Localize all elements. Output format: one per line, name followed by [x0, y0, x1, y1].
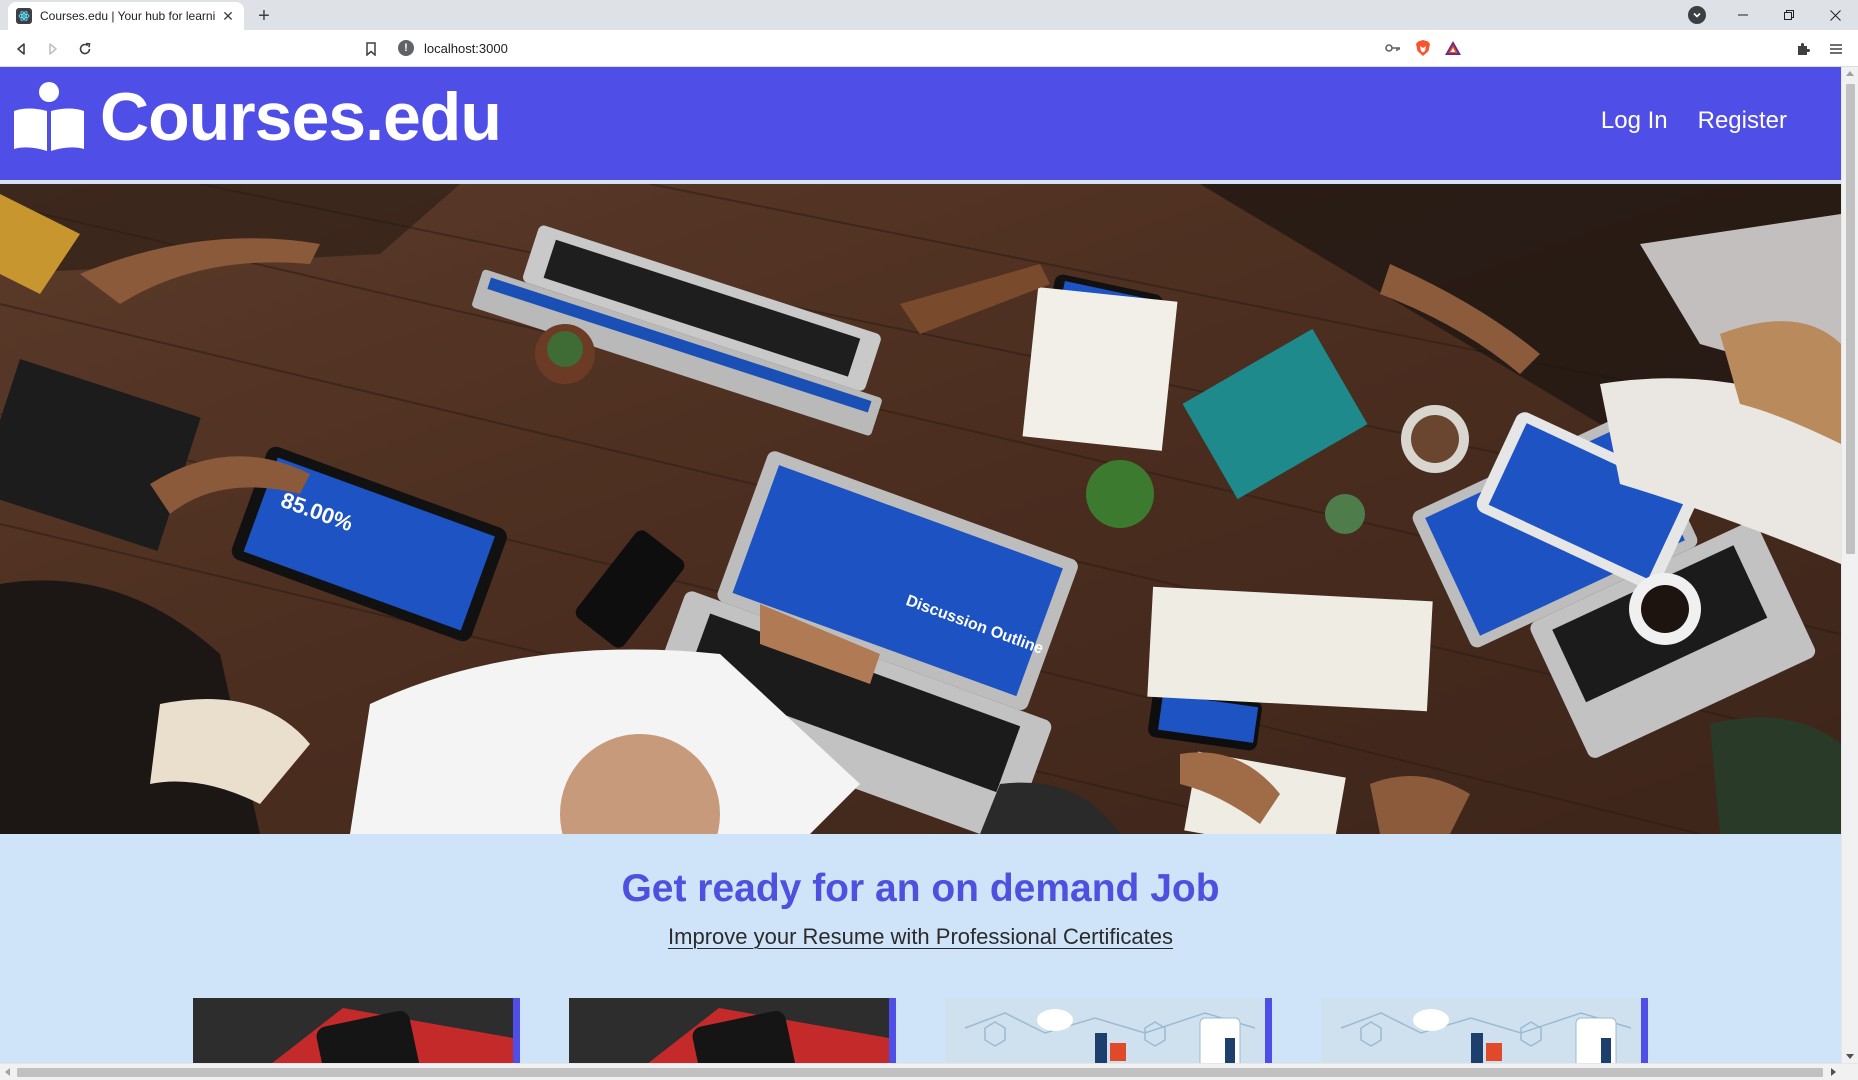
- back-icon[interactable]: [8, 36, 34, 62]
- promo-title: Get ready for an on demand Job: [621, 867, 1220, 910]
- reload-icon[interactable]: [72, 36, 98, 62]
- brave-rewards-icon[interactable]: [1438, 34, 1468, 62]
- logo-text: Courses.edu: [100, 79, 502, 155]
- browser-toolbar: ! localhost:3000: [0, 30, 1858, 67]
- forward-icon[interactable]: [40, 36, 66, 62]
- vertical-scrollbar[interactable]: [1841, 67, 1858, 1063]
- login-link[interactable]: Log In: [1601, 107, 1668, 135]
- extensions-puzzle-icon[interactable]: [1792, 38, 1814, 60]
- browser-tabstrip: Courses.edu | Your hub for learning ✕ +: [0, 0, 1858, 30]
- bookmark-icon[interactable]: [358, 36, 384, 62]
- promo-subtitle-wrapper: Improve your Resume with Professional Ce…: [0, 924, 1841, 950]
- page-viewport: Courses.edu Log In Register 85.00% Discu…: [0, 67, 1858, 1080]
- scroll-up-arrow-icon[interactable]: [1846, 71, 1854, 76]
- brave-shields-icon[interactable]: [1408, 34, 1438, 62]
- password-key-icon[interactable]: [1382, 37, 1404, 59]
- site-header: Courses.edu Log In Register: [0, 67, 1841, 182]
- tab-title: Courses.edu | Your hub for learning: [40, 9, 216, 23]
- scroll-down-arrow-icon[interactable]: [1846, 1054, 1854, 1059]
- close-tab-icon[interactable]: ✕: [220, 8, 236, 24]
- open-book-logo-icon: [14, 82, 84, 151]
- restore-window-icon[interactable]: [1766, 0, 1812, 30]
- address-bar[interactable]: ! localhost:3000: [388, 34, 1468, 62]
- menu-icon[interactable]: [1825, 38, 1847, 60]
- scroll-left-arrow-icon[interactable]: [5, 1068, 10, 1076]
- horizontal-scroll-thumb[interactable]: [17, 1068, 1823, 1077]
- vertical-scroll-thumb[interactable]: [1846, 84, 1855, 554]
- close-window-icon[interactable]: [1812, 0, 1858, 30]
- site-info-icon[interactable]: !: [398, 40, 414, 56]
- react-favicon-icon: [16, 8, 32, 24]
- header-nav: Log In Register: [1601, 107, 1787, 135]
- minimize-window-icon[interactable]: [1720, 0, 1766, 30]
- url-text[interactable]: localhost:3000: [424, 41, 1382, 56]
- scroll-right-arrow-icon[interactable]: [1831, 1068, 1836, 1076]
- register-link[interactable]: Register: [1698, 107, 1787, 135]
- hero-image: 85.00% Discussion Outline: [0, 184, 1841, 834]
- tab-search-icon[interactable]: [1688, 6, 1706, 24]
- new-tab-icon[interactable]: +: [252, 4, 276, 28]
- site-logo[interactable]: Courses.edu: [14, 79, 502, 155]
- promo-subtitle-link[interactable]: Improve your Resume with Professional Ce…: [668, 924, 1173, 949]
- horizontal-scrollbar[interactable]: [0, 1063, 1858, 1080]
- browser-tab[interactable]: Courses.edu | Your hub for learning ✕: [8, 2, 244, 30]
